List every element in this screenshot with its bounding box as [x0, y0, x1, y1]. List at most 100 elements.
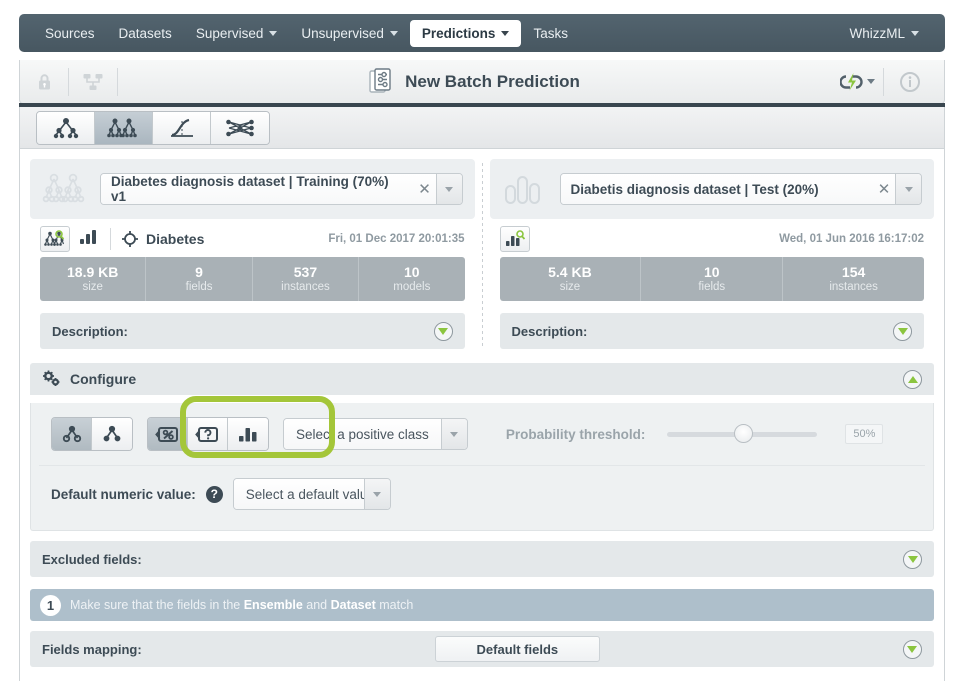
fields-match-notice: 1 Make sure that the fields in the Ensem… — [30, 589, 934, 621]
dataset-search-button[interactable] — [499, 226, 530, 252]
info-button[interactable] — [884, 71, 936, 93]
share-network-icon — [83, 73, 103, 90]
nav-label: Supervised — [195, 25, 264, 41]
histogram-output-button[interactable] — [228, 418, 268, 450]
ensemble-description-row[interactable]: Description: — [40, 313, 465, 349]
fields-mapping-row[interactable]: Fields mapping: Default fields — [30, 631, 934, 667]
excluded-fields-label: Excluded fields: — [42, 551, 142, 567]
positive-class-caret[interactable] — [440, 419, 467, 449]
close-icon[interactable]: ✕ — [873, 174, 896, 204]
nav-label: WhizzML — [849, 25, 905, 41]
configure-section: Configure Select a positive class Probab… — [30, 363, 934, 531]
percent-braces-icon — [154, 427, 178, 442]
chevron-down-icon — [450, 431, 459, 437]
triangle-down — [897, 327, 908, 335]
stat-label: models — [393, 280, 431, 293]
positive-class-select[interactable]: Select a positive class — [283, 418, 468, 450]
gears-icon — [43, 370, 60, 386]
chevron-down-circle-icon[interactable] — [433, 321, 453, 341]
nav-item-tasks[interactable]: Tasks — [521, 20, 580, 47]
model-icon — [53, 117, 78, 138]
configure-title: Configure — [70, 371, 137, 387]
batch-prediction-icon — [369, 67, 391, 93]
default-numeric-caret[interactable] — [363, 479, 390, 509]
nav-label: Unsupervised — [301, 25, 384, 41]
chevron-down-icon — [269, 30, 278, 36]
default-fields-button[interactable]: Default fields — [434, 636, 600, 662]
configure-header[interactable]: Configure — [30, 363, 934, 395]
prediction-type-group — [51, 417, 133, 451]
notice-bold-ensemble: Ensemble — [243, 598, 303, 612]
notice-number: 1 — [40, 594, 61, 616]
stat-instances: 537 instances — [253, 257, 360, 301]
stat-label: instances — [281, 280, 330, 293]
nav-item-sources[interactable]: Sources — [33, 20, 107, 47]
page-title: New Batch Prediction — [118, 67, 831, 96]
bigml-lightning-icon — [839, 72, 863, 90]
excluded-fields-row[interactable]: Excluded fields: — [30, 541, 934, 577]
title-bar: New Batch Prediction — [19, 60, 945, 104]
notice-text-before: Make sure that the fields in the — [70, 598, 244, 612]
stat-instances: 154 instances — [783, 257, 924, 301]
dataset-select[interactable]: Diabetis diagnosis dataset | Test (20%) … — [559, 173, 923, 205]
ensemble-search-button[interactable] — [40, 226, 70, 252]
dataset-column: Diabetis diagnosis dataset | Test (20%) … — [489, 159, 935, 349]
description-label: Description: — [511, 323, 588, 339]
probability-threshold-value: 50% — [845, 424, 884, 444]
help-icon[interactable]: ? — [205, 485, 223, 503]
lock-button[interactable] — [20, 60, 68, 103]
chevron-down-circle-icon[interactable] — [902, 639, 922, 659]
dataset-select-caret[interactable] — [895, 174, 922, 204]
single-prediction-button[interactable] — [52, 418, 92, 450]
lock-icon — [38, 73, 50, 89]
default-numeric-select[interactable]: Select a default value — [232, 478, 391, 510]
dataset-date: Wed, 01 Jun 2016 16:17:02 — [779, 233, 925, 245]
dataset-icon-wrap[interactable] — [78, 228, 100, 251]
all-predictions-button[interactable] — [92, 418, 132, 450]
type-button-model[interactable] — [37, 111, 95, 144]
chevron-down-circle-icon[interactable] — [903, 549, 922, 569]
stat-fields: 9 fields — [146, 257, 253, 301]
probability-threshold-label: Probability threshold: — [505, 426, 646, 442]
ensemble-column: Diabetes diagnosis dataset | Training (7… — [30, 159, 475, 349]
resource-type-group — [36, 110, 270, 145]
dataset-select-value: Diabetis diagnosis dataset | Test (20%) — [560, 174, 874, 204]
objective-target-icon — [122, 231, 138, 247]
stat-models: 10 models — [359, 257, 464, 301]
fields-mapping-label: Fields mapping: — [42, 641, 142, 657]
ensemble-icon — [106, 118, 137, 137]
slider-knob[interactable] — [734, 424, 754, 443]
nav-item-datasets[interactable]: Datasets — [107, 20, 184, 47]
probability-output-button[interactable] — [148, 418, 188, 450]
column-divider — [481, 163, 483, 349]
dataset-description-row[interactable]: Description: — [499, 313, 925, 349]
ensemble-select[interactable]: Diabetes diagnosis dataset | Training (7… — [100, 173, 463, 205]
ensemble-select-caret[interactable] — [435, 174, 462, 204]
share-button[interactable] — [69, 60, 117, 103]
nav-item-whizzml[interactable]: WhizzML — [837, 20, 931, 47]
main-content: Diabetes diagnosis dataset | Training (7… — [19, 149, 945, 681]
ensemble-select-value: Diabetes diagnosis dataset | Training (7… — [101, 174, 414, 204]
nav-item-unsupervised[interactable]: Unsupervised — [289, 20, 410, 47]
resource-type-toolbar — [19, 107, 945, 149]
dataset-stats: 5.4 KB size 10 fields 154 instances — [499, 257, 925, 301]
chevron-down-circle-icon[interactable] — [893, 321, 913, 341]
probability-threshold-slider[interactable] — [667, 424, 818, 443]
stat-label: fields — [185, 280, 213, 293]
stat-value: 537 — [293, 263, 318, 280]
chevron-up-circle-icon[interactable] — [903, 369, 922, 389]
close-icon[interactable]: ✕ — [413, 174, 436, 204]
nav-item-predictions[interactable]: Predictions — [409, 19, 522, 47]
type-button-logistic-regression[interactable] — [153, 111, 211, 144]
chevron-down-icon — [866, 79, 875, 84]
nav-item-supervised[interactable]: Supervised — [184, 20, 290, 47]
stat-fields: 10 fields — [641, 257, 784, 301]
notice-text-mid: and — [302, 598, 331, 612]
type-button-deepnet[interactable] — [211, 111, 269, 144]
ensemble-stats: 18.9 KB size 9 fields 537 instances 10 m… — [40, 257, 465, 301]
page-title-text: New Batch Prediction — [405, 71, 580, 91]
type-button-ensemble[interactable] — [95, 111, 153, 144]
info-circle-icon — [900, 71, 920, 92]
confidence-output-button[interactable] — [188, 418, 228, 450]
bigml-menu-button[interactable] — [831, 71, 883, 93]
